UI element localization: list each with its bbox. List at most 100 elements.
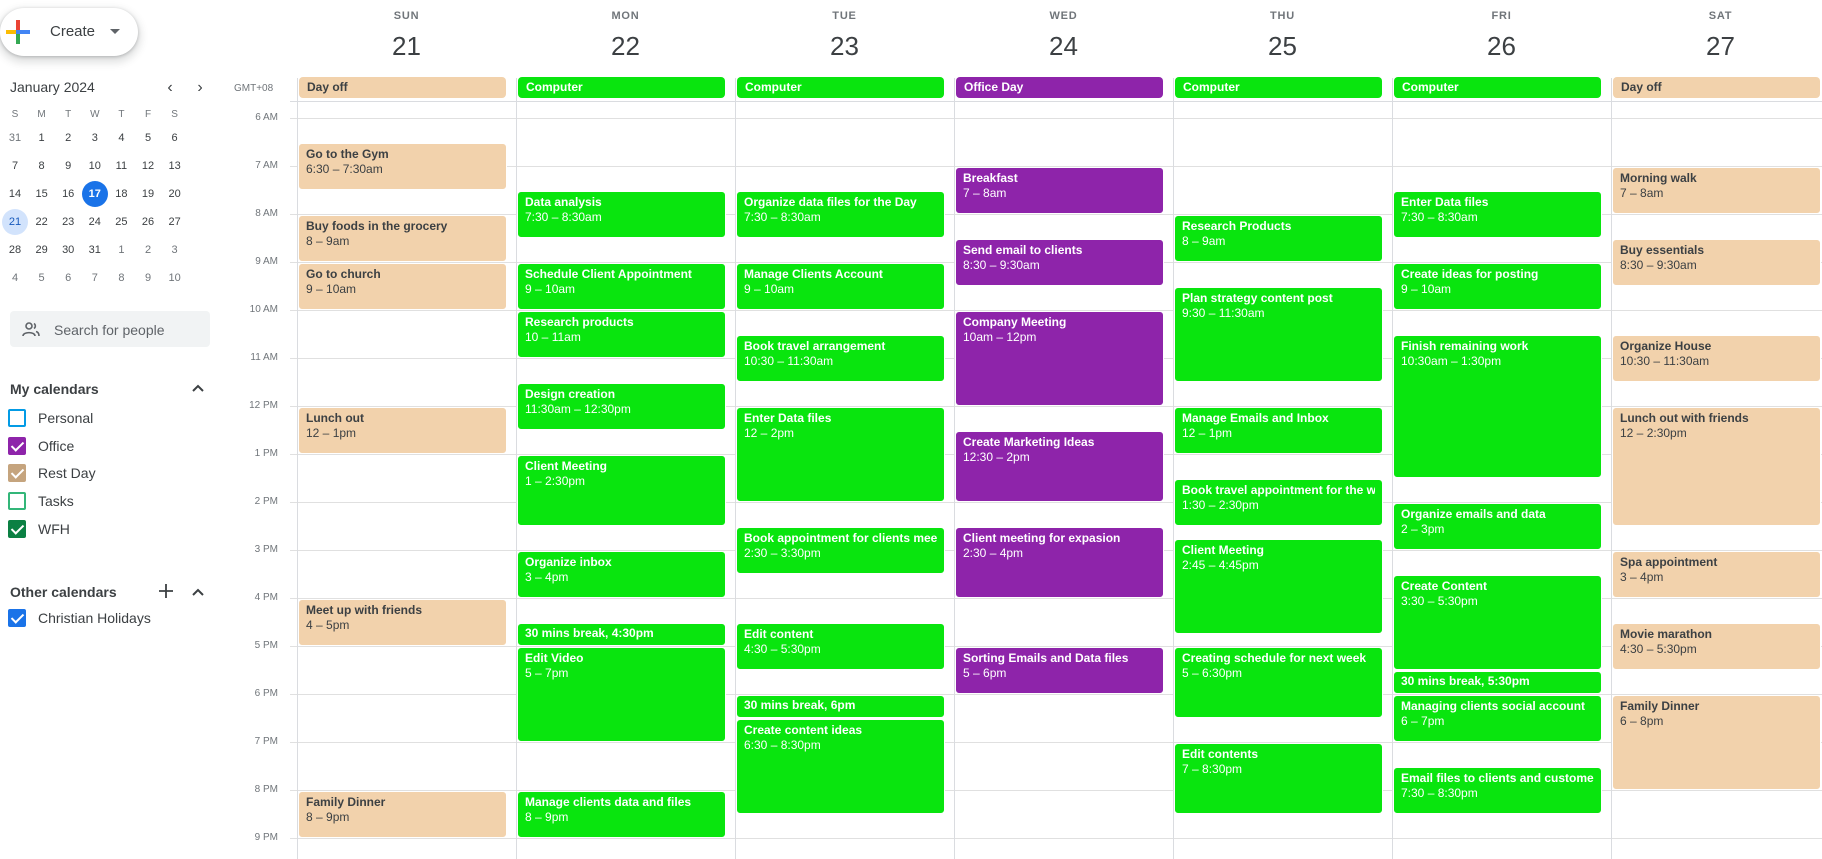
- calendar-event[interactable]: Manage Emails and Inbox 12 – 1pm: [1174, 407, 1383, 454]
- mini-calendar-day[interactable]: 8: [29, 153, 55, 179]
- day-number[interactable]: 22: [516, 31, 735, 62]
- mini-calendar-day[interactable]: 5: [135, 125, 161, 151]
- day-number[interactable]: 25: [1173, 31, 1392, 62]
- day-header-sun[interactable]: SUN 21: [297, 0, 516, 76]
- calendar-item-office[interactable]: Office: [8, 434, 74, 458]
- calendar-event[interactable]: Enter Data files 7:30 – 8:30am: [1393, 191, 1602, 238]
- mini-calendar-day[interactable]: 2: [135, 237, 161, 263]
- calendar-event[interactable]: Finish remaining work 10:30am – 1:30pm: [1393, 335, 1602, 478]
- mini-calendar-day[interactable]: 16: [55, 181, 81, 207]
- calendar-event[interactable]: Spa appointment 3 – 4pm: [1612, 551, 1821, 598]
- calendar-event[interactable]: Client Meeting 1 – 2:30pm: [517, 455, 726, 526]
- calendar-event[interactable]: Organize data files for the Day 7:30 – 8:…: [736, 191, 945, 238]
- other-calendars-heading[interactable]: Other calendars: [10, 584, 117, 600]
- mini-calendar-day[interactable]: 24: [82, 209, 108, 235]
- mini-calendar-day[interactable]: 13: [162, 153, 188, 179]
- calendar-event[interactable]: Breakfast 7 – 8am: [955, 167, 1164, 214]
- calendar-event[interactable]: Buy essentials 8:30 – 9:30am: [1612, 239, 1821, 286]
- day-number[interactable]: 27: [1611, 31, 1822, 62]
- mini-calendar-day[interactable]: 28: [2, 237, 28, 263]
- calendar-event[interactable]: Plan strategy content post 9:30 – 11:30am: [1174, 287, 1383, 382]
- calendar-event[interactable]: Manage Clients Account 9 – 10am: [736, 263, 945, 310]
- checkbox[interactable]: [8, 409, 26, 427]
- mini-calendar-day[interactable]: 6: [55, 265, 81, 291]
- mini-calendar-day[interactable]: 12: [135, 153, 161, 179]
- mini-calendar-day[interactable]: 8: [108, 265, 134, 291]
- mini-calendar-day[interactable]: 17: [81, 181, 108, 207]
- calendar-event[interactable]: Create ideas for posting 9 – 10am: [1393, 263, 1602, 310]
- calendar-event[interactable]: 30 mins break, 6pm: [736, 695, 945, 718]
- calendar-event[interactable]: Organize inbox 3 – 4pm: [517, 551, 726, 598]
- calendar-item-personal[interactable]: Personal: [8, 406, 93, 430]
- add-calendar-plus-icon[interactable]: [158, 583, 174, 599]
- mini-calendar-day[interactable]: 9: [135, 265, 161, 291]
- calendar-event[interactable]: Book travel arrangement 10:30 – 11:30am: [736, 335, 945, 382]
- mini-calendar-day[interactable]: 3: [162, 237, 188, 263]
- checkbox[interactable]: [8, 492, 26, 511]
- mini-calendar-day[interactable]: 21: [2, 209, 28, 235]
- calendar-event[interactable]: Send email to clients 8:30 – 9:30am: [955, 239, 1164, 286]
- day-header-tue[interactable]: TUE 23: [735, 0, 954, 76]
- mini-calendar-day[interactable]: 27: [162, 209, 188, 235]
- mini-calendar-day[interactable]: 19: [135, 181, 161, 207]
- mini-calendar-day[interactable]: 11: [108, 153, 134, 179]
- mini-calendar-day[interactable]: 5: [29, 265, 55, 291]
- calendar-event[interactable]: Family Dinner 8 – 9pm: [298, 791, 507, 838]
- calendar-item-christian-holidays[interactable]: Christian Holidays: [8, 606, 151, 630]
- day-number[interactable]: 23: [735, 31, 954, 62]
- checkbox[interactable]: [8, 436, 26, 455]
- calendar-event[interactable]: Enter Data files 12 – 2pm: [736, 407, 945, 502]
- mini-calendar-day[interactable]: 23: [55, 209, 81, 235]
- next-month-chevron-icon[interactable]: ›: [190, 78, 210, 98]
- calendar-event[interactable]: Book appointment for clients meeting2:30…: [736, 527, 945, 574]
- mini-calendar-day[interactable]: 10: [162, 265, 188, 291]
- day-header-wed[interactable]: WED 24: [954, 0, 1173, 76]
- mini-calendar-day[interactable]: 25: [108, 209, 134, 235]
- calendar-event[interactable]: Organize emails and data 2 – 3pm: [1393, 503, 1602, 550]
- calendar-event[interactable]: Movie marathon 4:30 – 5:30pm: [1612, 623, 1821, 670]
- checkbox[interactable]: [8, 519, 26, 538]
- calendar-event[interactable]: Morning walk 7 – 8am: [1612, 167, 1821, 214]
- previous-month-chevron-icon[interactable]: ‹: [160, 78, 180, 98]
- calendar-event[interactable]: 30 mins break, 5:30pm: [1393, 671, 1602, 694]
- all-day-event[interactable]: Computer: [737, 77, 944, 98]
- calendar-event[interactable]: Research Products 8 – 9am: [1174, 215, 1383, 262]
- mini-calendar-day[interactable]: 9: [55, 153, 81, 179]
- day-header-sat[interactable]: SAT 27: [1611, 0, 1822, 76]
- mini-calendar-day[interactable]: 29: [29, 237, 55, 263]
- calendar-event[interactable]: Manage clients data and files 8 – 9pm: [517, 791, 726, 838]
- checkbox[interactable]: [8, 464, 26, 483]
- all-day-event[interactable]: Day off: [1613, 77, 1820, 98]
- mini-calendar-day[interactable]: 3: [82, 125, 108, 151]
- search-people-input[interactable]: Search for people: [10, 311, 210, 347]
- mini-calendar-day[interactable]: 14: [2, 181, 28, 207]
- all-day-event[interactable]: Day off: [299, 77, 506, 98]
- checkbox[interactable]: [8, 609, 26, 627]
- calendar-event[interactable]: Edit content 4:30 – 5:30pm: [736, 623, 945, 670]
- mini-calendar-day[interactable]: 2: [55, 125, 81, 151]
- mini-calendar-day[interactable]: 30: [55, 237, 81, 263]
- calendar-event[interactable]: Creating schedule for next week 5 – 6:30p…: [1174, 647, 1383, 718]
- calendar-event[interactable]: Data analysis 7:30 – 8:30am: [517, 191, 726, 238]
- calendar-item-tasks[interactable]: Tasks: [8, 489, 74, 513]
- mini-calendar-day[interactable]: 15: [29, 181, 55, 207]
- all-day-event[interactable]: Computer: [1394, 77, 1601, 98]
- day-header-mon[interactable]: MON 22: [516, 0, 735, 76]
- day-number[interactable]: 24: [954, 31, 1173, 62]
- mini-calendar-day[interactable]: 20: [162, 181, 188, 207]
- mini-calendar-day[interactable]: 31: [2, 125, 28, 151]
- calendar-event[interactable]: Create Content 3:30 – 5:30pm: [1393, 575, 1602, 670]
- calendar-item-rest-day[interactable]: Rest Day: [8, 461, 96, 485]
- calendar-event[interactable]: Sorting Emails and Data files 5 – 6pm: [955, 647, 1164, 694]
- day-number[interactable]: 21: [297, 31, 516, 62]
- mini-calendar-day[interactable]: 4: [2, 265, 28, 291]
- my-calendars-heading[interactable]: My calendars: [10, 381, 99, 397]
- mini-calendar-day[interactable]: 4: [108, 125, 134, 151]
- calendar-event[interactable]: Managing clients social account 6 – 7pm: [1393, 695, 1602, 742]
- calendar-event[interactable]: Go to the Gym 6:30 – 7:30am: [298, 143, 507, 190]
- calendar-event[interactable]: Lunch out with friends 12 – 2:30pm: [1612, 407, 1821, 526]
- mini-calendar-day[interactable]: 18: [108, 181, 134, 207]
- calendar-event[interactable]: Buy foods in the grocery 8 – 9am: [298, 215, 507, 262]
- calendar-event[interactable]: Go to church 9 – 10am: [298, 263, 507, 310]
- create-button[interactable]: Create: [0, 8, 138, 56]
